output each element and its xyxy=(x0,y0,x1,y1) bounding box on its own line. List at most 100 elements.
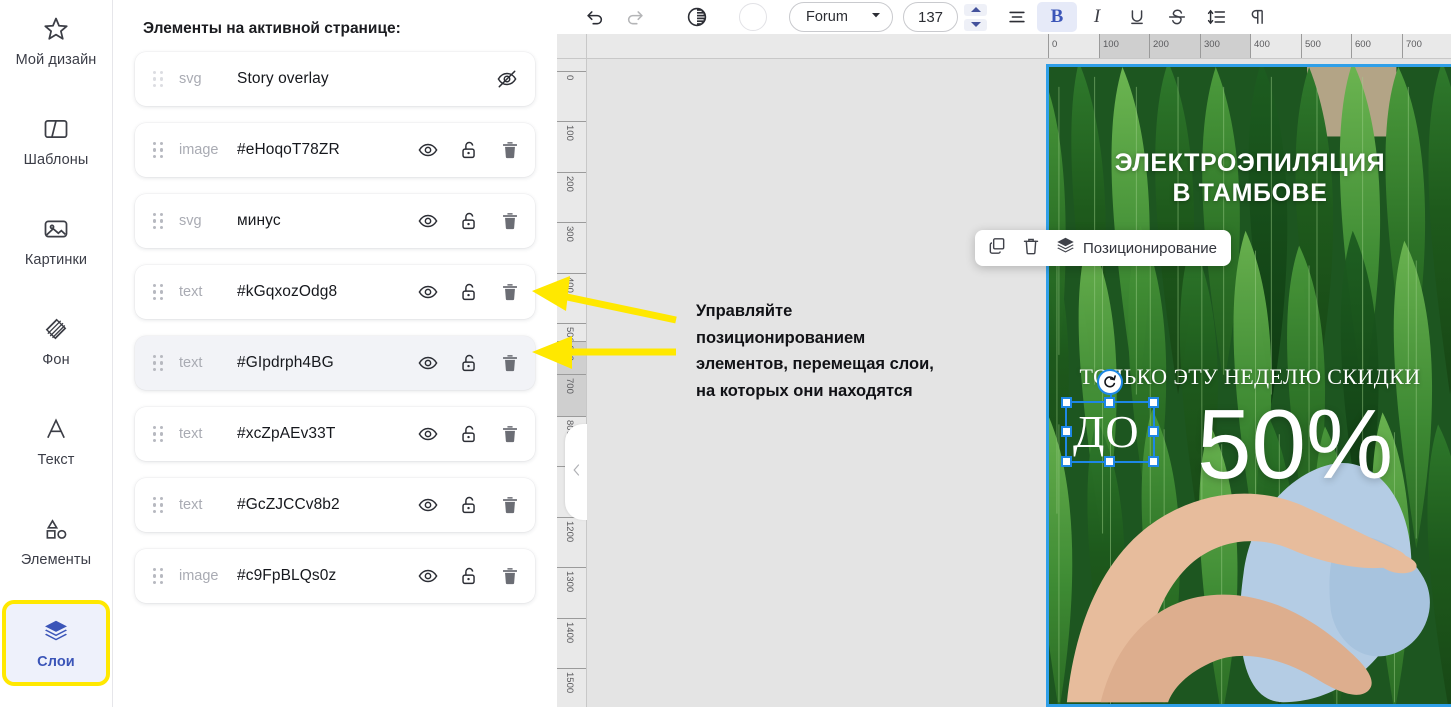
drag-handle-icon[interactable] xyxy=(145,283,171,301)
trash-icon[interactable] xyxy=(499,423,521,445)
layer-row[interactable]: text #kGqxozOdg8 xyxy=(135,265,535,319)
annotation-line: элементов, перемещая слои, xyxy=(696,355,934,374)
duplicate-button[interactable] xyxy=(987,236,1007,261)
sidebar-item-layers[interactable]: Слои xyxy=(2,600,110,686)
text-color-swatch[interactable] xyxy=(739,3,767,31)
design-canvas[interactable]: ЭЛЕКТРОЭПИЛЯЦИЯ В ТАМБОВЕ ТОЛЬКО ЭТУ НЕД… xyxy=(1046,64,1451,707)
unlock-icon[interactable] xyxy=(458,352,480,374)
sidebar-item-text[interactable]: Текст xyxy=(6,402,106,480)
trash-icon[interactable] xyxy=(499,281,521,303)
chevron-down-icon xyxy=(870,9,882,25)
resize-handle-sw[interactable] xyxy=(1061,456,1072,467)
sidebar-item-elements[interactable]: Элементы xyxy=(6,502,106,580)
drag-handle-icon[interactable] xyxy=(145,212,171,230)
layer-name-label: #c9FpBLQs0z xyxy=(237,567,337,584)
sidebar-item-images[interactable]: Картинки xyxy=(6,202,106,280)
unlock-icon[interactable] xyxy=(458,565,480,587)
layer-row[interactable]: svg Story overlay xyxy=(135,52,535,106)
ruler-tick: 1400 xyxy=(557,618,586,643)
drag-handle-icon[interactable] xyxy=(145,354,171,372)
layer-type-label: image xyxy=(179,142,219,158)
layer-row[interactable]: image #eHoqoT78ZR xyxy=(135,123,535,177)
text-icon xyxy=(42,415,70,443)
strikethrough-button[interactable] xyxy=(1157,2,1197,32)
unlock-icon[interactable] xyxy=(458,210,480,232)
eye-icon[interactable] xyxy=(417,565,439,587)
trash-icon[interactable] xyxy=(499,565,521,587)
underline-button[interactable] xyxy=(1117,2,1157,32)
resize-handle-w[interactable] xyxy=(1061,426,1072,437)
layers-icon xyxy=(42,617,70,645)
sidebar-item-templates[interactable]: Шаблоны xyxy=(6,102,106,180)
trash-icon[interactable] xyxy=(499,210,521,232)
eye-icon[interactable] xyxy=(417,494,439,516)
layer-type-label: text xyxy=(179,284,203,300)
layer-row[interactable]: svg минус xyxy=(135,194,535,248)
unlock-icon[interactable] xyxy=(458,139,480,161)
ruler-tick: 400 xyxy=(557,273,586,293)
templates-icon xyxy=(42,115,70,143)
opacity-button[interactable] xyxy=(677,2,717,32)
rotate-handle-icon[interactable] xyxy=(1097,369,1123,395)
resize-handle-ne[interactable] xyxy=(1148,397,1159,408)
duplicate-icon xyxy=(987,236,1007,261)
drag-handle-icon[interactable] xyxy=(145,70,171,88)
ruler-left[interactable]: 0 100 200 300 400 500 600 700 800 900 12… xyxy=(557,59,587,707)
eye-icon[interactable] xyxy=(417,210,439,232)
editor-toolbar: Forum 137 B I xyxy=(557,0,1451,34)
panel-collapse-handle[interactable] xyxy=(565,424,587,520)
eye-off-icon[interactable] xyxy=(496,68,518,90)
resize-handle-e[interactable] xyxy=(1148,426,1159,437)
resize-handle-n[interactable] xyxy=(1104,397,1115,408)
sidebar-item-label: Мой дизайн xyxy=(15,51,97,68)
unlock-icon[interactable] xyxy=(458,423,480,445)
eye-icon[interactable] xyxy=(417,423,439,445)
drag-handle-icon[interactable] xyxy=(145,567,171,585)
align-button[interactable] xyxy=(997,2,1037,32)
delete-button[interactable] xyxy=(1021,236,1041,261)
font-size-input[interactable]: 137 xyxy=(903,2,958,32)
left-sidebar: Мой дизайн Шаблоны Картинки Фон Текст Эл… xyxy=(0,0,113,707)
ruler-top[interactable]: 0 100 200 300 400 500 600 700 800 900 10… xyxy=(587,34,1451,59)
unlock-icon[interactable] xyxy=(458,281,480,303)
app-root: Мой дизайн Шаблоны Картинки Фон Текст Эл… xyxy=(0,0,1451,707)
italic-button[interactable]: I xyxy=(1077,2,1117,32)
undo-button[interactable] xyxy=(575,2,615,32)
drag-handle-icon[interactable] xyxy=(145,496,171,514)
layer-row[interactable]: text #GIpdrph4BG xyxy=(135,336,535,390)
bold-button[interactable]: B xyxy=(1037,2,1077,32)
line-height-button[interactable] xyxy=(1197,2,1237,32)
eye-icon[interactable] xyxy=(417,352,439,374)
unlock-icon[interactable] xyxy=(458,494,480,516)
selection-box[interactable] xyxy=(1061,369,1159,467)
font-size-decrease-button[interactable] xyxy=(964,18,987,31)
resize-handle-s[interactable] xyxy=(1104,456,1115,467)
layers-panel: Элементы на активной странице: svg Story… xyxy=(113,0,557,707)
drag-handle-icon[interactable] xyxy=(145,141,171,159)
layer-row[interactable]: text #xcZpAEv33T xyxy=(135,407,535,461)
eye-icon[interactable] xyxy=(417,139,439,161)
eye-icon[interactable] xyxy=(417,281,439,303)
ruler-tick: 200 xyxy=(557,172,586,192)
ruler-tick: 400 xyxy=(1250,34,1270,58)
trash-icon[interactable] xyxy=(499,494,521,516)
ruler-tick: 500 xyxy=(1301,34,1321,58)
trash-icon[interactable] xyxy=(499,139,521,161)
ruler-tick: 600 xyxy=(557,341,586,361)
sidebar-item-my-design[interactable]: Мой дизайн xyxy=(6,2,106,80)
element-context-toolbar: Позиционирование xyxy=(975,230,1232,266)
resize-handle-nw[interactable] xyxy=(1061,397,1072,408)
paragraph-button[interactable] xyxy=(1237,2,1277,32)
resize-handle-se[interactable] xyxy=(1148,456,1159,467)
font-size-stepper xyxy=(964,3,987,31)
font-size-increase-button[interactable] xyxy=(964,3,987,16)
trash-icon[interactable] xyxy=(499,352,521,374)
layer-row[interactable]: image #c9FpBLQs0z xyxy=(135,549,535,603)
annotation-text: Управляйте позиционированием элементов, … xyxy=(696,298,1016,405)
drag-handle-icon[interactable] xyxy=(145,425,171,443)
font-family-select[interactable]: Forum xyxy=(789,2,893,32)
layer-row[interactable]: text #GcZJCCv8b2 xyxy=(135,478,535,532)
sidebar-item-background[interactable]: Фон xyxy=(6,302,106,380)
redo-button[interactable] xyxy=(615,2,655,32)
positioning-button[interactable]: Позиционирование xyxy=(1055,235,1217,261)
